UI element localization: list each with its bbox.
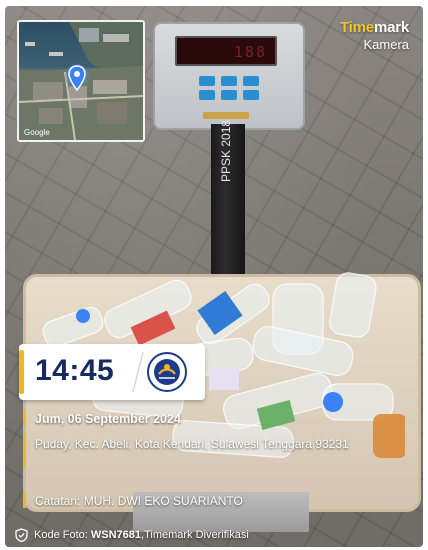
date-marker bbox=[23, 410, 26, 426]
note-marker bbox=[23, 492, 26, 508]
scale-brand-plate bbox=[203, 112, 249, 119]
scale-lcd: 188 bbox=[175, 36, 277, 66]
verified-suffix: ,Timemark Diverifikasi bbox=[141, 529, 249, 541]
scale-button bbox=[199, 90, 215, 100]
scale-button bbox=[221, 76, 237, 86]
scale-button bbox=[243, 90, 259, 100]
accent-bar bbox=[19, 350, 24, 394]
brand-subtitle: Kamera bbox=[363, 37, 409, 52]
photo-frame: Google 188 PPSK 2018 Timemark Kamera 14:… bbox=[5, 6, 423, 547]
map-attribution: Google bbox=[24, 128, 50, 137]
photo-code: WSN7681 bbox=[90, 529, 142, 541]
stamp-time: 14:45 bbox=[35, 354, 115, 387]
location-map-thumbnail[interactable]: Google bbox=[17, 20, 145, 142]
timemark-logo: Timemark bbox=[340, 19, 409, 36]
organization-logo-icon bbox=[147, 352, 187, 392]
timestamp-card: 14:45 bbox=[19, 344, 205, 400]
scale-button bbox=[243, 76, 259, 86]
stamp-note: Catatan: MUH. DWI EKO SUARIANTO bbox=[35, 494, 243, 508]
verification-footer: Kode Foto: WSN7681,Timemark Diverifikasi bbox=[6, 526, 422, 544]
scale-button bbox=[199, 76, 215, 86]
address-marker bbox=[23, 434, 26, 468]
scale-reading: 188 bbox=[233, 43, 267, 61]
scale-button bbox=[221, 90, 237, 100]
stamp-date: Jum, 06 September 2024 bbox=[35, 412, 181, 426]
map-pin-icon bbox=[65, 64, 89, 92]
verified-shield-icon bbox=[15, 528, 28, 542]
scale-display-unit: 188 bbox=[153, 22, 305, 130]
brand-rest: mark bbox=[373, 19, 409, 36]
photo-code-text: Kode Foto: WSN7681,Timemark Diverifikasi bbox=[34, 529, 249, 541]
pole-label: PPSK 2018 bbox=[219, 119, 233, 182]
brand-highlight: Time bbox=[339, 19, 374, 36]
photo-code-label: Kode Foto: bbox=[34, 529, 91, 541]
stamp-address: Puday, Kec. Abeli, Kota Kendari, Sulawes… bbox=[35, 437, 349, 451]
